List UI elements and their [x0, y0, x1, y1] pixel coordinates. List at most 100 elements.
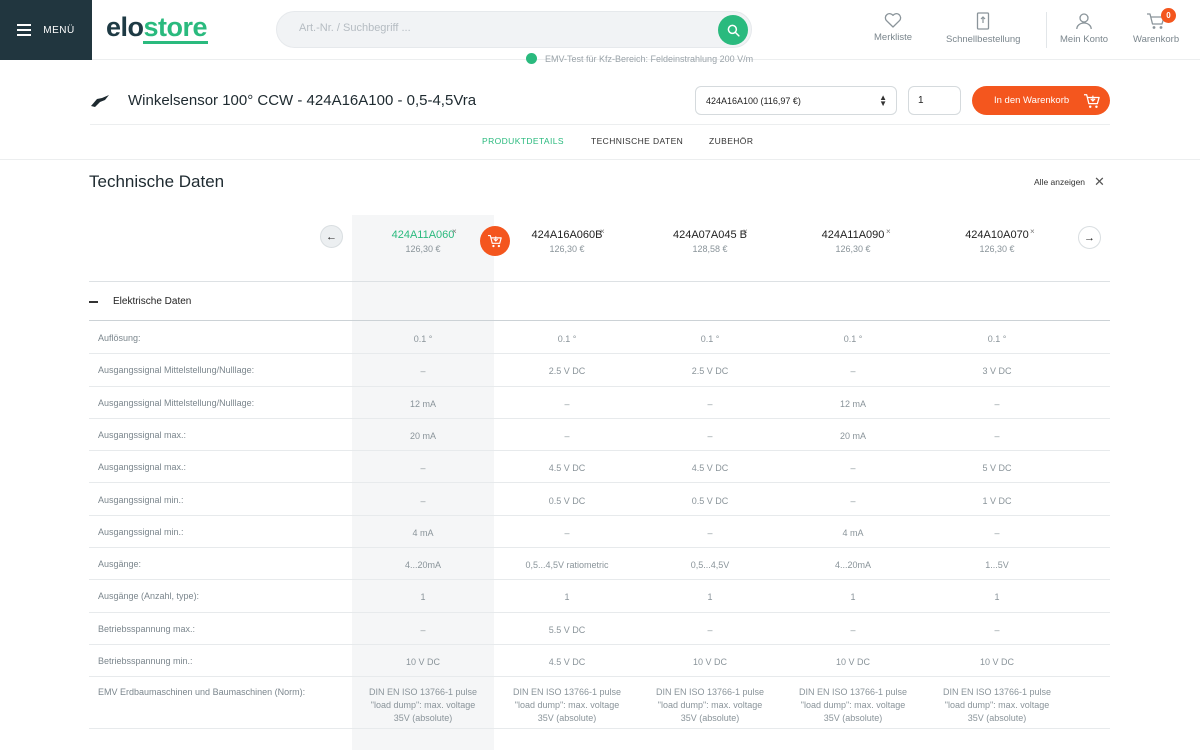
- account-link[interactable]: Mein Konto: [1060, 12, 1108, 45]
- table-cell: 0.1 °: [987, 334, 1007, 344]
- row-label: Ausgangssignal max.:: [98, 462, 187, 473]
- variant-select[interactable]: 424A16A100 (116,97 €) ▲ ▼: [695, 86, 897, 115]
- minus-icon: [89, 301, 98, 303]
- search-input[interactable]: [299, 22, 699, 34]
- table-cell: DIN EN ISO 13766-1 pulse "load dump": ma…: [798, 687, 908, 724]
- table-cell: –: [707, 624, 713, 635]
- select-arrows-icon: ▲ ▼: [879, 93, 887, 108]
- add-to-cart-button[interactable]: In den Warenkorb: [972, 86, 1110, 115]
- add-to-cart-label: In den Warenkorb: [994, 95, 1070, 106]
- table-cell: –: [850, 366, 856, 377]
- row-label: Betriebsspannung min.:: [98, 656, 193, 666]
- table-cell: 4.5 V DC: [548, 463, 586, 474]
- row-label: Ausgänge (Anzahl, type):: [98, 591, 200, 602]
- prev-arrow-button[interactable]: ←: [320, 225, 343, 248]
- cart-count-badge: 0: [1161, 8, 1176, 23]
- compare-product[interactable]: 424A07A045 B 128,58 € ×: [639, 227, 781, 254]
- table-cell: –: [707, 398, 713, 409]
- table-cell: 0,5...4,5V: [690, 560, 730, 571]
- row-label: Ausgangssignal Mittelstellung/Nulllage:: [98, 365, 255, 376]
- elostore-logo[interactable]: elostore: [106, 12, 208, 43]
- search-bar: [276, 11, 752, 48]
- table-cell: 1: [564, 592, 570, 603]
- table-row: Betriebsspannung max.: – 5.5 V DC – – –: [89, 613, 1110, 645]
- usp-notice: EMV-Test für Kfz-Bereich: Feldeinstrahlu…: [526, 53, 753, 64]
- close-icon[interactable]: ✕: [1094, 174, 1105, 190]
- table-cell: 4.5 V DC: [691, 463, 729, 474]
- cart-add-icon: [1084, 93, 1100, 108]
- row-label: Ausgangssignal min.:: [98, 526, 184, 537]
- compare-product[interactable]: 424A11A060 126,30 € ×: [352, 227, 494, 254]
- menu-label: MENÜ: [43, 24, 75, 36]
- remove-compare-icon[interactable]: ×: [886, 227, 891, 236]
- search-button[interactable]: [718, 15, 748, 45]
- compare-product-code: 424A16A060B: [531, 229, 603, 241]
- schnellbestellung-link[interactable]: Schnellbestellung: [946, 12, 1020, 45]
- table-cell: –: [707, 527, 713, 538]
- table-cell: –: [707, 430, 713, 441]
- remove-compare-icon[interactable]: ×: [600, 227, 605, 236]
- table-cell: 2.5 V DC: [691, 366, 729, 377]
- table-cell: 2.5 V DC: [548, 366, 586, 377]
- table-cell: 20 mA: [839, 430, 866, 441]
- hamburger-icon: [17, 24, 32, 36]
- check-icon: [526, 53, 537, 64]
- table-cell: –: [420, 624, 426, 635]
- table-cell: 0.1 °: [700, 334, 720, 344]
- row-label: Ausgangssignal min.:: [98, 494, 184, 505]
- user-icon: [1076, 13, 1092, 30]
- product-bar: Winkelsensor 100° CCW - 424A16A100 - 0,5…: [0, 70, 1200, 160]
- tab-zubehoer[interactable]: ZUBEHÖR: [709, 136, 753, 146]
- compare-product-code: 424A10A070: [965, 229, 1029, 241]
- quick-order-icon: [977, 12, 990, 30]
- table-cell: 0.1 °: [413, 334, 433, 344]
- search-icon: [727, 24, 740, 37]
- quantity-input[interactable]: 1: [908, 86, 961, 115]
- table-cell: DIN EN ISO 13766-1 pulse "load dump": ma…: [512, 687, 622, 724]
- remove-compare-icon[interactable]: ×: [452, 227, 457, 236]
- row-label: Auflösung:: [98, 333, 141, 343]
- row-label: Ausgangssignal max.:: [98, 429, 187, 440]
- menu-button[interactable]: MENÜ: [0, 0, 92, 60]
- next-arrow-button[interactable]: →: [1078, 226, 1101, 249]
- table-cell: –: [420, 366, 426, 377]
- tab-produktdetails[interactable]: PRODUKTDETAILS: [482, 136, 564, 146]
- table-cell: 12 mA: [839, 398, 866, 409]
- compare-product[interactable]: 424A10A070 126,30 € ×: [926, 227, 1068, 254]
- table-cell: 4 mA: [842, 527, 864, 538]
- table-cell: 0.5 V DC: [548, 495, 586, 506]
- compare-product-price: 126,30 €: [405, 244, 441, 254]
- table-cell: 10 V DC: [835, 657, 870, 667]
- table-cell: 5.5 V DC: [548, 624, 586, 635]
- tab-technische-daten[interactable]: TECHNISCHE DATEN: [591, 136, 683, 146]
- compare-product-price: 126,30 €: [835, 244, 871, 254]
- table-row: Ausgänge: 4...20mA 0,5...4,5V ratiometric 0…: [89, 548, 1110, 581]
- table-row: Ausgangssignal min.: – 0.5 V DC 0.5 V DC – 1 …: [89, 484, 1110, 516]
- table-cell: –: [850, 624, 856, 635]
- show-all-link[interactable]: Alle anzeigen: [1034, 177, 1085, 187]
- table-cell: –: [420, 463, 426, 474]
- table-cell: 4.5 V DC: [548, 657, 586, 667]
- add-compare-to-cart-button[interactable]: [480, 226, 510, 256]
- row-label: EMV Erdbaumaschinen und Baumaschinen (No…: [98, 687, 306, 698]
- remove-compare-icon[interactable]: ×: [743, 227, 748, 236]
- compare-product[interactable]: 424A11A090 126,30 € ×: [782, 227, 924, 254]
- table-cell: 20 mA: [409, 430, 436, 441]
- merkliste-link[interactable]: Merkliste: [874, 12, 912, 43]
- table-cell: 3 V DC: [982, 366, 1012, 377]
- table-cell: 1: [994, 592, 1000, 603]
- table-row: Ausgänge (Anzahl, type): 1 1 1 1 1: [89, 580, 1110, 613]
- table-cell: –: [850, 463, 856, 474]
- row-label: Ausgänge:: [98, 559, 142, 570]
- heart-icon: [884, 13, 902, 28]
- group-toggle-row[interactable]: Elektrische Daten: [89, 283, 1110, 321]
- table-cell: 1: [707, 592, 713, 603]
- table-cell: 10 V DC: [979, 657, 1014, 667]
- schnellbestellung-label: Schnellbestellung: [946, 34, 1021, 45]
- remove-compare-icon[interactable]: ×: [1030, 227, 1035, 236]
- cart-link[interactable]: Warenkorb 0: [1133, 8, 1179, 45]
- table-row: Ausgangssignal Mittelstellung/Nulllage: –…: [89, 354, 1110, 387]
- cart-add-icon: [488, 234, 502, 248]
- compare-product[interactable]: 424A16A060B 126,30 € ×: [496, 227, 638, 254]
- table-cell: 0.1 °: [843, 334, 863, 344]
